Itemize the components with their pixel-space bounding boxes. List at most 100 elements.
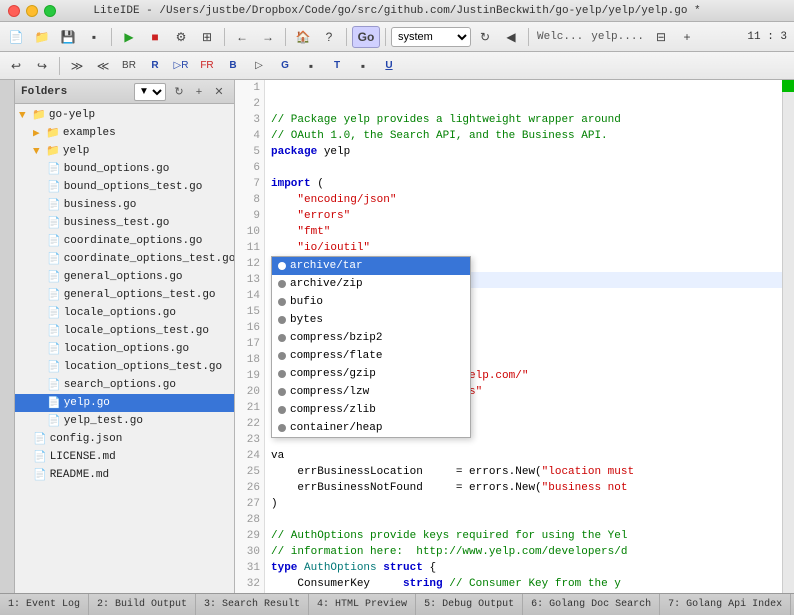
folders-dropdown[interactable]: ▼	[134, 83, 166, 101]
tb-new-btn[interactable]: 📄	[4, 26, 28, 48]
tb-go-btn[interactable]: Go	[352, 26, 380, 48]
tb2-btn11[interactable]: T	[325, 55, 349, 77]
tb-fwd-btn[interactable]: →	[256, 26, 280, 48]
close-button[interactable]	[8, 5, 20, 17]
autocomplete-item[interactable]: compress/flate	[272, 347, 470, 365]
tb-saveas-btn[interactable]: ▪	[82, 26, 106, 48]
tree-item[interactable]: 📄bound_options.go	[15, 160, 234, 178]
code-line[interactable]: "fmt"	[271, 224, 782, 240]
tb2-undo-btn[interactable]: ↩	[4, 55, 28, 77]
tree-item[interactable]: 📄yelp_test.go	[15, 412, 234, 430]
code-line[interactable]: )	[271, 496, 782, 512]
tb2-btn13[interactable]: U	[377, 55, 401, 77]
code-line[interactable]: "errors"	[271, 208, 782, 224]
tb-build-btn[interactable]: ⚙	[169, 26, 193, 48]
tree-item[interactable]: 📄business.go	[15, 196, 234, 214]
tb-fmt-btn[interactable]: ⊞	[195, 26, 219, 48]
autocomplete-item[interactable]: container/heap	[272, 419, 470, 437]
scrollbar[interactable]	[782, 80, 794, 593]
system-select[interactable]: system	[391, 27, 471, 47]
autocomplete-item[interactable]: compress/zlib	[272, 401, 470, 419]
autocomplete-item[interactable]: archive/zip	[272, 275, 470, 293]
folders-add-btn[interactable]: +	[190, 83, 208, 101]
tb2-btn4[interactable]: R	[143, 55, 167, 77]
status-tab-3[interactable]: 3: Search Result	[196, 594, 309, 615]
tree-item[interactable]: 📄location_options.go	[15, 340, 234, 358]
tb2-btn8[interactable]: ▷	[247, 55, 271, 77]
code-line[interactable]: "io/ioutil"	[271, 240, 782, 256]
autocomplete-item[interactable]: compress/bzip2	[272, 329, 470, 347]
status-tab-6[interactable]: 6: Golang Doc Search	[523, 594, 660, 615]
tb-back-btn[interactable]: ←	[230, 26, 254, 48]
tree-item[interactable]: 📄bound_options_test.go	[15, 178, 234, 196]
tb-detach-btn[interactable]: ⊟	[649, 26, 673, 48]
tree-item[interactable]: 📄business_test.go	[15, 214, 234, 232]
tree-item[interactable]: ▶ 📁examples	[15, 124, 234, 142]
autocomplete-item[interactable]: bytes	[272, 311, 470, 329]
status-tab-2[interactable]: 2: Build Output	[89, 594, 196, 615]
minimize-button[interactable]	[26, 5, 38, 17]
tb-help-btn[interactable]: ?	[317, 26, 341, 48]
autocomplete-item[interactable]: bufio	[272, 293, 470, 311]
tree-item[interactable]: 📄coordinate_options.go	[15, 232, 234, 250]
tb-open-btn[interactable]: 📁	[30, 26, 54, 48]
tb2-redo-btn[interactable]: ↪	[30, 55, 54, 77]
tree-item[interactable]: 📄coordinate_options_test.go	[15, 250, 234, 268]
tree-item[interactable]: 📄location_options_test.go	[15, 358, 234, 376]
tree-item[interactable]: ▼ 📁yelp	[15, 142, 234, 160]
code-line[interactable]: // Package yelp provides a lightweight w…	[271, 112, 782, 128]
tree-item[interactable]: 📄locale_options.go	[15, 304, 234, 322]
tree-item[interactable]: 📄README.md	[15, 466, 234, 484]
autocomplete-item[interactable]: archive/tar	[272, 257, 470, 275]
tb-stop-btn[interactable]: ■	[143, 26, 167, 48]
folders-close-btn[interactable]: ✕	[210, 83, 228, 101]
autocomplete-item[interactable]: compress/gzip	[272, 365, 470, 383]
folders-refresh-btn[interactable]: ↻	[170, 83, 188, 101]
autocomplete-item[interactable]: compress/lzw	[272, 383, 470, 401]
code-line[interactable]: // OAuth 1.0, the Search API, and the Bu…	[271, 128, 782, 144]
status-tab-5[interactable]: 5: Debug Output	[416, 594, 523, 615]
tree-item[interactable]: 📄general_options.go	[15, 268, 234, 286]
code-line[interactable]: ConsumerKey string // Consumer Key from …	[271, 576, 782, 592]
code-line[interactable]: errBusinessNotFound = errors.New("busine…	[271, 480, 782, 496]
code-line[interactable]: va	[271, 448, 782, 464]
code-line[interactable]: type AuthOptions struct {	[271, 560, 782, 576]
tb-refresh-btn[interactable]: ↻	[473, 26, 497, 48]
status-tab-7[interactable]: 7: Golang Api Index	[660, 594, 791, 615]
tb-home-btn[interactable]: 🏠	[291, 26, 315, 48]
tb-run-btn[interactable]: ▶	[117, 26, 141, 48]
tree-item[interactable]: 📄locale_options_test.go	[15, 322, 234, 340]
tree-item[interactable]: 📄search_options.go	[15, 376, 234, 394]
code-line[interactable]: package yelp	[271, 144, 782, 160]
tb2-btn12[interactable]: ▪	[351, 55, 375, 77]
tb2-btn6[interactable]: FR	[195, 55, 219, 77]
tree-item[interactable]: 📄LICENSE.md	[15, 448, 234, 466]
code-line[interactable]	[271, 160, 782, 176]
status-tab-4[interactable]: 4: HTML Preview	[309, 594, 416, 615]
code-line[interactable]: import (	[271, 176, 782, 192]
tb2-btn3[interactable]: BR	[117, 55, 141, 77]
tb-save-btn[interactable]: 💾	[56, 26, 80, 48]
tree-item[interactable]: 📄general_options_test.go	[15, 286, 234, 304]
code-line[interactable]	[271, 512, 782, 528]
editor-panel[interactable]: 1234567891011121314151617181920212223242…	[235, 80, 794, 593]
tb-prev-btn[interactable]: ◀	[499, 26, 523, 48]
code-line[interactable]: errBusinessLocation = errors.New("locati…	[271, 464, 782, 480]
tb2-btn1[interactable]: ≫	[65, 55, 89, 77]
tree-item[interactable]: 📄config.json	[15, 430, 234, 448]
tb2-btn7[interactable]: B	[221, 55, 245, 77]
tb2-btn5[interactable]: ▷R	[169, 55, 193, 77]
tb-add-btn[interactable]: +	[675, 26, 699, 48]
status-tab-1[interactable]: 1: Event Log	[0, 594, 89, 615]
autocomplete-dropdown[interactable]: archive/tararchive/zipbufiobytescompress…	[271, 256, 471, 438]
maximize-button[interactable]	[44, 5, 56, 17]
code-line[interactable]: ConsumerSecret string // Consumer Secret…	[271, 592, 782, 593]
tb2-btn10[interactable]: ▪	[299, 55, 323, 77]
tree-item[interactable]: 📄yelp.go	[15, 394, 234, 412]
code-line[interactable]: // AuthOptions provide keys required for…	[271, 528, 782, 544]
tb2-btn9[interactable]: G	[273, 55, 297, 77]
tb2-btn2[interactable]: ≪	[91, 55, 115, 77]
code-line[interactable]: // information here: http://www.yelp.com…	[271, 544, 782, 560]
tree-item[interactable]: ▼ 📁go-yelp	[15, 106, 234, 124]
code-line[interactable]: "encoding/json"	[271, 192, 782, 208]
